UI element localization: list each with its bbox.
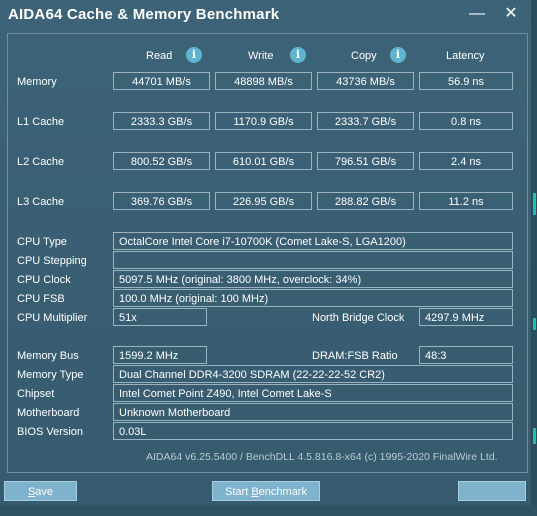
version-footer: AIDA64 v6.25.5400 / BenchDLL 4.5.816.8-x…: [146, 451, 498, 463]
start-button-mnemonic: B: [251, 486, 259, 498]
motherboard-value: Unknown Motherboard: [113, 403, 513, 421]
bios-version-value: 0.03L: [113, 422, 513, 440]
chipset-value: Intel Comet Point Z490, Intel Comet Lake…: [113, 384, 513, 402]
cpu-clock-label: CPU Clock: [17, 274, 71, 286]
column-header-latency: Latency: [446, 50, 485, 62]
window-right-edge: [531, 0, 537, 516]
window-bottom-strip: [0, 505, 537, 516]
l2-latency-value: 2.4 ns: [419, 152, 513, 170]
edge-accent: [533, 318, 536, 330]
memory-type-value: Dual Channel DDR4-3200 SDRAM (22-22-22-5…: [113, 365, 513, 383]
l1-latency-value: 0.8 ns: [419, 112, 513, 130]
column-header-copy: Copy: [351, 50, 377, 62]
l3-cache-row-label: L3 Cache: [17, 196, 65, 208]
edge-accent: [533, 193, 536, 215]
motherboard-label: Motherboard: [17, 407, 80, 419]
column-header-read: Read: [146, 50, 173, 62]
memory-write-value: 48898 MB/s: [215, 72, 312, 90]
cpu-stepping-value: [113, 251, 513, 269]
l2-write-value: 610.01 GB/s: [215, 152, 312, 170]
l3-read-value: 369.76 GB/s: [113, 192, 210, 210]
copy-info-icon[interactable]: i: [390, 47, 406, 63]
l2-copy-value: 796.51 GB/s: [317, 152, 414, 170]
dram-fsb-ratio-value: 48:3: [419, 346, 513, 364]
close-dialog-button[interactable]: [458, 481, 526, 501]
cpu-multiplier-value: 51x: [113, 308, 207, 326]
cpu-type-value: OctalCore Intel Core i7-10700K (Comet La…: [113, 232, 513, 250]
column-header-write: Write: [248, 50, 274, 62]
cpu-multiplier-label: CPU Multiplier: [17, 312, 88, 324]
memory-copy-value: 43736 MB/s: [317, 72, 414, 90]
l1-cache-row-label: L1 Cache: [17, 116, 65, 128]
benchmark-window: AIDA64 Cache & Memory Benchmark — ✕ Read…: [0, 0, 537, 516]
memory-bus-value: 1599.2 MHz: [113, 346, 207, 364]
bios-version-label: BIOS Version: [17, 426, 84, 438]
cpu-clock-value: 5097.5 MHz (original: 3800 MHz, overcloc…: [113, 270, 513, 288]
cpu-stepping-label: CPU Stepping: [17, 255, 87, 267]
memory-latency-value: 56.9 ns: [419, 72, 513, 90]
memory-row-label: Memory: [17, 76, 57, 88]
l3-latency-value: 11.2 ns: [419, 192, 513, 210]
l1-read-value: 2333.3 GB/s: [113, 112, 210, 130]
memory-type-label: Memory Type: [17, 369, 84, 381]
dram-fsb-ratio-label: DRAM:FSB Ratio: [312, 350, 398, 362]
write-info-icon[interactable]: i: [290, 47, 306, 63]
l1-write-value: 1170.9 GB/s: [215, 112, 312, 130]
l2-read-value: 800.52 GB/s: [113, 152, 210, 170]
north-bridge-clock-value: 4297.9 MHz: [419, 308, 513, 326]
cpu-fsb-label: CPU FSB: [17, 293, 65, 305]
cpu-type-label: CPU Type: [17, 236, 67, 248]
memory-read-value: 44701 MB/s: [113, 72, 210, 90]
window-title: AIDA64 Cache & Memory Benchmark: [8, 6, 280, 23]
edge-accent: [533, 428, 536, 444]
read-info-icon[interactable]: i: [186, 47, 202, 63]
close-button[interactable]: ✕: [500, 4, 522, 24]
title-bar[interactable]: AIDA64 Cache & Memory Benchmark — ✕: [0, 0, 537, 30]
memory-bus-label: Memory Bus: [17, 350, 79, 362]
cpu-fsb-value: 100.0 MHz (original: 100 MHz): [113, 289, 513, 307]
save-button-label: ave: [35, 486, 54, 498]
start-button-prefix: Start: [225, 486, 252, 498]
minimize-button[interactable]: —: [466, 4, 488, 24]
l1-copy-value: 2333.7 GB/s: [317, 112, 414, 130]
l3-copy-value: 288.82 GB/s: [317, 192, 414, 210]
start-benchmark-button[interactable]: Start Benchmark: [212, 481, 320, 501]
chipset-label: Chipset: [17, 388, 55, 400]
start-button-label: enchmark: [258, 486, 307, 498]
north-bridge-clock-label: North Bridge Clock: [312, 312, 405, 324]
l3-write-value: 226.95 GB/s: [215, 192, 312, 210]
save-button[interactable]: Save: [4, 481, 77, 501]
l2-cache-row-label: L2 Cache: [17, 156, 65, 168]
